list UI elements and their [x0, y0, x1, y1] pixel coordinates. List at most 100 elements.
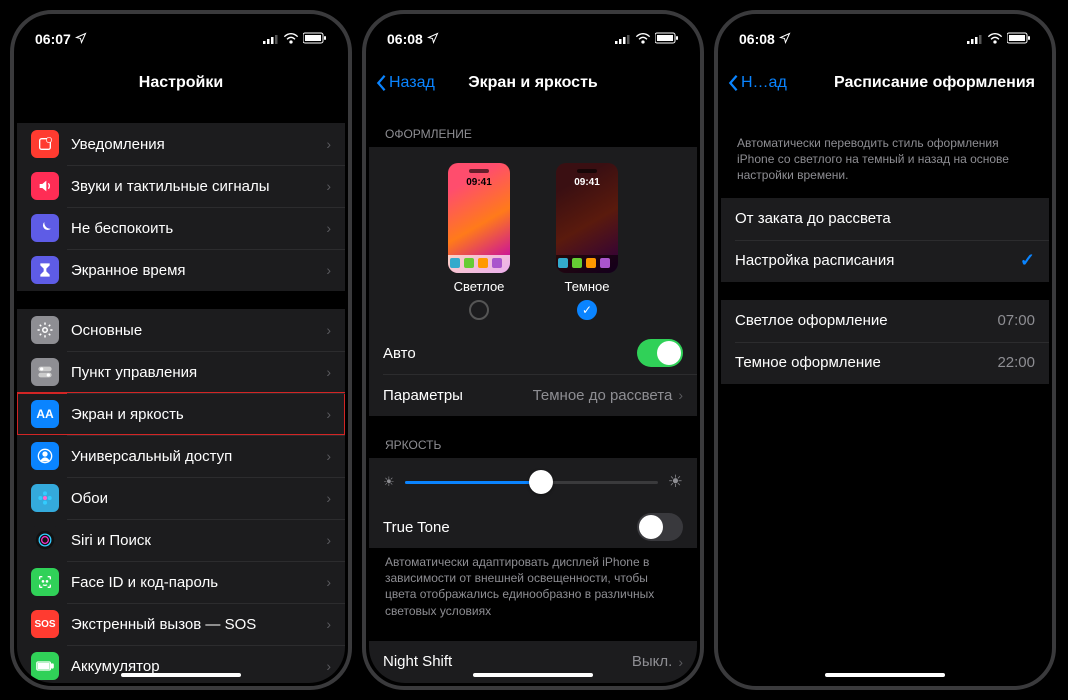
row-label: Face ID и код-пароль: [71, 574, 326, 591]
clock: 06:08: [739, 31, 775, 47]
sun-max-icon: ☀︎: [668, 472, 683, 492]
status-indicators: [263, 31, 327, 47]
settings-row-switches[interactable]: Пункт управления›: [17, 351, 345, 393]
clock: 06:07: [35, 31, 71, 47]
page-title: Экран и яркость: [468, 74, 598, 92]
chevron-icon: ›: [326, 220, 331, 236]
settings-row-sound[interactable]: Звуки и тактильные сигналы›: [17, 165, 345, 207]
face-icon: [31, 568, 59, 596]
home-indicator[interactable]: [825, 673, 945, 677]
sun-min-icon: ☀︎: [383, 474, 395, 490]
aA-icon: AA: [31, 400, 59, 428]
home-indicator[interactable]: [121, 673, 241, 677]
battery-icon: [655, 31, 679, 47]
chevron-icon: ›: [326, 262, 331, 278]
person-icon: [31, 442, 59, 470]
dark-time-label: Темное оформление: [735, 354, 997, 371]
auto-toggle[interactable]: [637, 339, 683, 367]
chevron-icon: ›: [326, 574, 331, 590]
settings-list[interactable]: Уведомления›Звуки и тактильные сигналы›Н…: [17, 105, 345, 683]
light-time-row[interactable]: Светлое оформление 07:00: [721, 300, 1049, 342]
row-label: Пункт управления: [71, 364, 326, 381]
chevron-icon: ›: [326, 322, 331, 338]
settings-row-flower[interactable]: Обои›: [17, 477, 345, 519]
home-indicator[interactable]: [473, 673, 593, 677]
preview-dark: 09:41: [556, 163, 618, 273]
wifi-icon: [283, 31, 299, 47]
truetone-label: True Tone: [383, 519, 637, 536]
auto-row[interactable]: Авто: [369, 332, 697, 374]
nightshift-label: Night Shift: [383, 653, 632, 670]
battery-icon: [303, 31, 327, 47]
params-value: Темное до рассвета: [533, 387, 673, 404]
row-label: Обои: [71, 490, 326, 507]
appearance-light[interactable]: 09:41 Светлое: [448, 163, 510, 320]
row-label: Основные: [71, 322, 326, 339]
row-label: Экранное время: [71, 262, 326, 279]
chevron-icon: ›: [326, 490, 331, 506]
appearance-picker: 09:41 Светлое 09:41 Темное ✓: [369, 147, 697, 332]
dark-label: Темное: [564, 279, 609, 294]
page-title: Расписание оформления: [834, 74, 1035, 92]
truetone-row[interactable]: True Tone: [369, 506, 697, 548]
option-custom[interactable]: Настройка расписания ✓: [721, 240, 1049, 282]
settings-row-aA[interactable]: AAЭкран и яркость›: [17, 393, 345, 435]
settings-row-person[interactable]: Универсальный доступ›: [17, 435, 345, 477]
row-label: Аккумулятор: [71, 658, 326, 675]
hourglass-icon: [31, 256, 59, 284]
row-label: Не беспокоить: [71, 220, 326, 237]
status-indicators: [615, 31, 679, 47]
option-custom-label: Настройка расписания: [735, 252, 1020, 269]
radio-light[interactable]: [469, 300, 489, 320]
settings-row-siri[interactable]: Siri и Поиск›: [17, 519, 345, 561]
row-label: Siri и Поиск: [71, 532, 326, 549]
back-button[interactable]: Назад: [375, 74, 435, 92]
chevron-icon: ›: [326, 136, 331, 152]
brightness-slider[interactable]: [405, 481, 658, 484]
chevron-icon: ›: [326, 532, 331, 548]
signal-icon: [615, 31, 631, 47]
light-label: Светлое: [454, 279, 505, 294]
settings-row-sos[interactable]: SOSЭкстренный вызов — SOS›: [17, 603, 345, 645]
page-title: Настройки: [139, 74, 223, 92]
signal-icon: [967, 31, 983, 47]
nav-bar: Назад Экран и яркость: [369, 61, 697, 105]
phone-frame-schedule: 06:08 Н…ад Расписание оформления Автомат…: [714, 10, 1056, 690]
status-indicators: [967, 31, 1031, 47]
appearance-dark[interactable]: 09:41 Темное ✓: [556, 163, 618, 320]
preview-light: 09:41: [448, 163, 510, 273]
chevron-icon: ›: [326, 178, 331, 194]
location-icon: [427, 31, 439, 47]
brightness-slider-row: ☀︎ ☀︎: [369, 458, 697, 506]
switches-icon: [31, 358, 59, 386]
flower-icon: [31, 484, 59, 512]
schedule-settings[interactable]: Автоматически переводить стиль оформлени…: [721, 105, 1049, 683]
settings-row-hourglass[interactable]: Экранное время›: [17, 249, 345, 291]
row-label: Экран и яркость: [71, 406, 326, 423]
settings-row-gear[interactable]: Основные›: [17, 309, 345, 351]
truetone-toggle[interactable]: [637, 513, 683, 541]
auto-label: Авто: [383, 345, 637, 362]
display-settings[interactable]: ОФОРМЛЕНИЕ 09:41 Светлое 09:41: [369, 105, 697, 683]
light-time-label: Светлое оформление: [735, 312, 997, 329]
settings-row-notify[interactable]: Уведомления›: [17, 123, 345, 165]
chevron-icon: ›: [326, 616, 331, 632]
radio-dark[interactable]: ✓: [577, 300, 597, 320]
params-row[interactable]: Параметры Темное до рассвета ›: [369, 374, 697, 416]
nav-bar: Н…ад Расписание оформления: [721, 61, 1049, 105]
back-button[interactable]: Н…ад: [727, 74, 787, 92]
settings-row-face[interactable]: Face ID и код-пароль›: [17, 561, 345, 603]
settings-row-battery[interactable]: Аккумулятор›: [17, 645, 345, 683]
truetone-footer: Автоматически адаптировать дисплей iPhon…: [369, 548, 697, 623]
dark-time-row[interactable]: Темное оформление 22:00: [721, 342, 1049, 384]
notify-icon: [31, 130, 59, 158]
notch: [805, 17, 965, 43]
check-icon: ✓: [1020, 250, 1035, 271]
notch: [453, 17, 613, 43]
back-label: Н…ад: [741, 74, 787, 92]
settings-row-moon[interactable]: Не беспокоить›: [17, 207, 345, 249]
phone-frame-settings: 06:07 Настройки Уведомления›Звуки и такт…: [10, 10, 352, 690]
gear-icon: [31, 316, 59, 344]
section-header-brightness: ЯРКОСТЬ: [369, 434, 697, 458]
option-sunset[interactable]: От заката до рассвета: [721, 198, 1049, 240]
